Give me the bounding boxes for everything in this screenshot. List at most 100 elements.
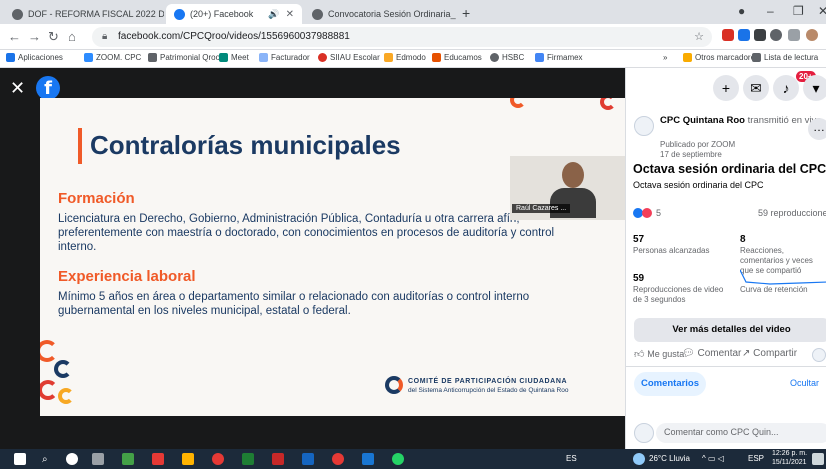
- clock-time[interactable]: 12:26 p. m.: [772, 450, 807, 457]
- account-menu-icon[interactable]: ▾: [803, 75, 826, 101]
- app-icon[interactable]: [212, 453, 224, 465]
- new-tab-button[interactable]: +: [462, 5, 470, 21]
- comment-button[interactable]: 💬︎ Comentar: [682, 348, 741, 359]
- bookmarks-bar: Aplicaciones ZOOM. CPC Patrimonial Qroo …: [0, 50, 826, 68]
- weather-text[interactable]: 26°C Lluvia: [649, 454, 690, 463]
- back-icon[interactable]: ←: [8, 29, 21, 44]
- section-body: Licenciatura en Derecho, Gobierno, Admin…: [58, 213, 555, 253]
- messenger-icon[interactable]: ✉: [743, 75, 769, 101]
- video-details-button[interactable]: Ver más detalles del video: [634, 318, 826, 342]
- reading-mode-icon[interactable]: [788, 29, 800, 41]
- more-options-icon[interactable]: …: [808, 118, 826, 140]
- org-name: COMITÉ DE PARTICIPACIÓN CIUDADANA: [408, 378, 568, 385]
- decorative-swirl: [58, 388, 74, 404]
- globe-icon: [490, 53, 499, 62]
- weather-cloud-icon: [633, 453, 645, 465]
- bookmark-hsbc[interactable]: HSBC: [490, 53, 524, 62]
- page-avatar[interactable]: [634, 116, 654, 136]
- speaker-head: [562, 162, 584, 188]
- home-icon[interactable]: ⌂: [68, 29, 76, 44]
- keyboard-layout[interactable]: ESP: [748, 454, 764, 463]
- search-icon[interactable]: ⌕: [42, 454, 48, 465]
- stat-value: 8: [740, 234, 746, 245]
- task-view-icon[interactable]: [92, 453, 104, 465]
- post-header: CPC Quintana Roo transmitió en vivo.: [660, 115, 824, 126]
- create-plus-icon[interactable]: +: [713, 75, 739, 101]
- apps-grid-icon: [6, 53, 15, 62]
- maximize-button[interactable]: ❐: [793, 4, 804, 18]
- profile-avatar[interactable]: [806, 29, 818, 41]
- comments-tab[interactable]: Comentarios: [634, 372, 706, 396]
- reload-icon[interactable]: ↻: [48, 29, 59, 45]
- profile-dot-icon[interactable]: ●: [738, 4, 745, 18]
- tab-facebook[interactable]: (20+) Facebook 🔊 ✕: [166, 4, 302, 24]
- hide-comments-link[interactable]: Ocultar: [790, 378, 819, 388]
- bookmark-edmodo[interactable]: Edmodo: [384, 53, 426, 62]
- notifications-bell-icon[interactable]: ♪: [773, 75, 799, 101]
- bookmark-firmamex[interactable]: Firmamex: [535, 53, 583, 62]
- facebook-logo-icon[interactable]: f: [36, 76, 60, 100]
- windows-start-icon[interactable]: [14, 453, 26, 465]
- comment-input[interactable]: Comentar como CPC Quin...: [656, 423, 826, 443]
- language-indicator[interactable]: ES: [566, 454, 577, 463]
- folder-icon: [683, 53, 692, 62]
- speaker-body: [550, 188, 596, 218]
- clock-date[interactable]: 15/11/2021: [772, 459, 807, 466]
- tab-convocatoria[interactable]: Convocatoria Sesión Ordinaria_ ✕: [304, 4, 460, 24]
- extension-icon[interactable]: [722, 29, 734, 41]
- post-date[interactable]: 17 de septiembre: [660, 150, 722, 159]
- speaker-icon[interactable]: 🔊: [268, 9, 279, 20]
- minimize-button[interactable]: –: [767, 4, 774, 18]
- siiau-icon: [318, 53, 327, 62]
- stat-label: Personas alcanzadas: [633, 246, 710, 255]
- forward-icon[interactable]: →: [28, 29, 41, 44]
- chrome-icon[interactable]: [332, 453, 344, 465]
- extension-icon[interactable]: [738, 29, 750, 41]
- whatsapp-icon[interactable]: [392, 453, 404, 465]
- like-button[interactable]: 👍︎ Me gusta: [634, 348, 684, 360]
- outlook-icon[interactable]: [362, 453, 374, 465]
- retention-label: Curva de retención: [740, 285, 808, 294]
- close-window-button[interactable]: ✕: [818, 4, 826, 18]
- bookmark-apps[interactable]: Aplicaciones: [6, 53, 63, 62]
- tab-dof[interactable]: DOF - REFORMA FISCAL 2022 D ✕: [4, 4, 164, 24]
- close-icon[interactable]: ✕: [10, 78, 25, 99]
- post-as-avatar[interactable]: [812, 348, 826, 362]
- bookmark-meet[interactable]: Meet: [219, 53, 249, 62]
- app-icon[interactable]: [152, 453, 164, 465]
- extension-icon[interactable]: [754, 29, 766, 41]
- word-icon[interactable]: [302, 453, 314, 465]
- acrobat-icon[interactable]: [272, 453, 284, 465]
- bookmark-siiau[interactable]: SIIAU Escolar: [318, 53, 380, 62]
- video-frame[interactable]: Contralorías municipales Formación Licen…: [40, 98, 625, 416]
- notification-center-icon[interactable]: [812, 453, 824, 465]
- reading-list[interactable]: Lista de lectura: [752, 53, 818, 62]
- educamos-icon: [432, 53, 441, 62]
- bookmarks-overflow-icon[interactable]: »: [663, 53, 667, 62]
- windows-taskbar: ⌕ ES 26°C Lluvia ^ ▭ ◁ ESP 12:26 p. m. 1…: [0, 449, 826, 469]
- bookmark-star-icon[interactable]: ☆: [694, 30, 704, 43]
- video-details-panel: + ✉ ♪ 20+ ▾ CPC Quintana Roo transmitió …: [625, 68, 826, 449]
- bookmark-patrimonial[interactable]: Patrimonial Qroo: [148, 53, 220, 62]
- close-icon[interactable]: ✕: [286, 9, 294, 20]
- page-name-link[interactable]: CPC Quintana Roo: [660, 115, 745, 126]
- bookmark-educamos[interactable]: Educamos: [432, 53, 482, 62]
- bookmark-facturador[interactable]: Facturador: [259, 53, 310, 62]
- commenter-avatar: [634, 423, 654, 443]
- globe-icon: [12, 8, 23, 20]
- retention-curve-chart: [740, 269, 826, 285]
- share-button[interactable]: ↗ Compartir: [742, 348, 797, 359]
- app-icon[interactable]: [122, 453, 134, 465]
- decorative-swirl: [600, 98, 616, 110]
- extensions-puzzle-icon[interactable]: [770, 29, 782, 41]
- reactions-count[interactable]: 5: [656, 208, 661, 218]
- file-explorer-icon[interactable]: [182, 453, 194, 465]
- video-description: Octava sesión ordinaria del CPC: [633, 180, 764, 190]
- other-bookmarks[interactable]: Otros marcadores: [683, 53, 759, 62]
- url-field[interactable]: 🔒︎ facebook.com/CPCQroo/videos/155696003…: [92, 27, 712, 47]
- tray-icons[interactable]: ^ ▭ ◁: [702, 454, 724, 463]
- bookmark-zoom[interactable]: ZOOM. CPC: [84, 53, 141, 62]
- decorative-swirl: [510, 98, 526, 108]
- excel-icon[interactable]: [242, 453, 254, 465]
- cortana-icon[interactable]: [66, 453, 78, 465]
